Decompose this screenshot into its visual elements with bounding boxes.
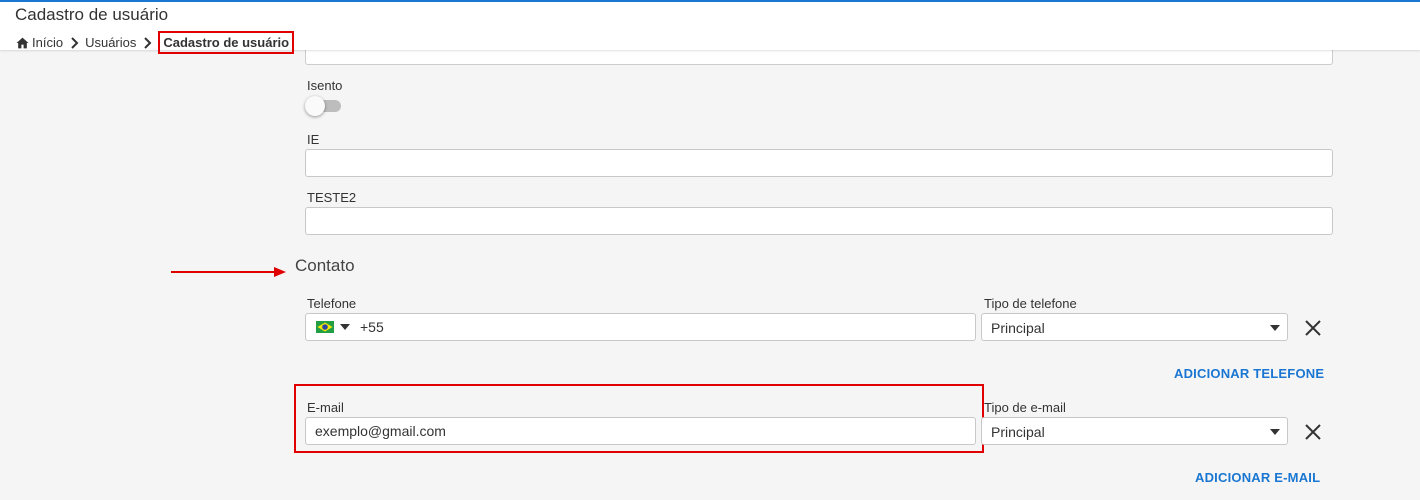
breadcrumb-item-inicio[interactable]: Início	[32, 35, 63, 50]
brazil-flag-icon[interactable]	[316, 321, 334, 333]
email-type-label: Tipo de e-mail	[984, 400, 1066, 415]
email-value: exemplo@gmail.com	[315, 423, 446, 439]
ie-input[interactable]	[305, 149, 1333, 177]
phone-country-code: +55	[360, 319, 384, 335]
isento-toggle[interactable]	[305, 96, 341, 116]
chevron-right-icon	[71, 36, 79, 49]
contact-section-title: Contato	[295, 256, 355, 275]
remove-phone-close-icon[interactable]	[1304, 319, 1322, 337]
breadcrumb: Início Usuários Cadastro de usuário	[16, 31, 295, 54]
breadcrumb-item-current: Cadastro de usuário	[158, 31, 295, 54]
phone-type-select[interactable]: Principal	[981, 313, 1288, 341]
email-type-value: Principal	[991, 424, 1045, 440]
email-type-select[interactable]: Principal	[981, 417, 1288, 445]
caret-down-icon	[1270, 429, 1280, 435]
ie-label: IE	[307, 132, 320, 147]
remove-email-close-icon[interactable]	[1304, 423, 1322, 441]
teste2-label: TESTE2	[307, 190, 357, 205]
add-phone-button[interactable]: ADICIONAR TELEFONE	[1174, 366, 1324, 381]
teste2-input[interactable]	[305, 207, 1333, 235]
annotation-arrow-icon	[171, 267, 286, 277]
phone-input[interactable]: +55	[305, 313, 976, 341]
caret-down-icon[interactable]	[340, 324, 350, 330]
email-input[interactable]: exemplo@gmail.com	[305, 417, 976, 445]
phone-type-value: Principal	[991, 320, 1045, 336]
caret-down-icon	[1270, 325, 1280, 331]
home-icon[interactable]	[16, 37, 29, 49]
page-title: Cadastro de usuário	[15, 5, 169, 24]
phone-type-label: Tipo de telefone	[984, 296, 1077, 311]
toggle-knob	[305, 96, 325, 116]
isento-label: Isento	[307, 78, 343, 93]
breadcrumb-item-usuarios[interactable]: Usuários	[85, 35, 136, 50]
email-label: E-mail	[307, 400, 344, 415]
add-email-button[interactable]: ADICIONAR E-MAIL	[1195, 470, 1320, 485]
chevron-right-icon	[144, 36, 152, 49]
top-header: Cadastro de usuário Início Usuários Cada…	[0, 0, 1420, 54]
phone-label: Telefone	[307, 296, 357, 311]
